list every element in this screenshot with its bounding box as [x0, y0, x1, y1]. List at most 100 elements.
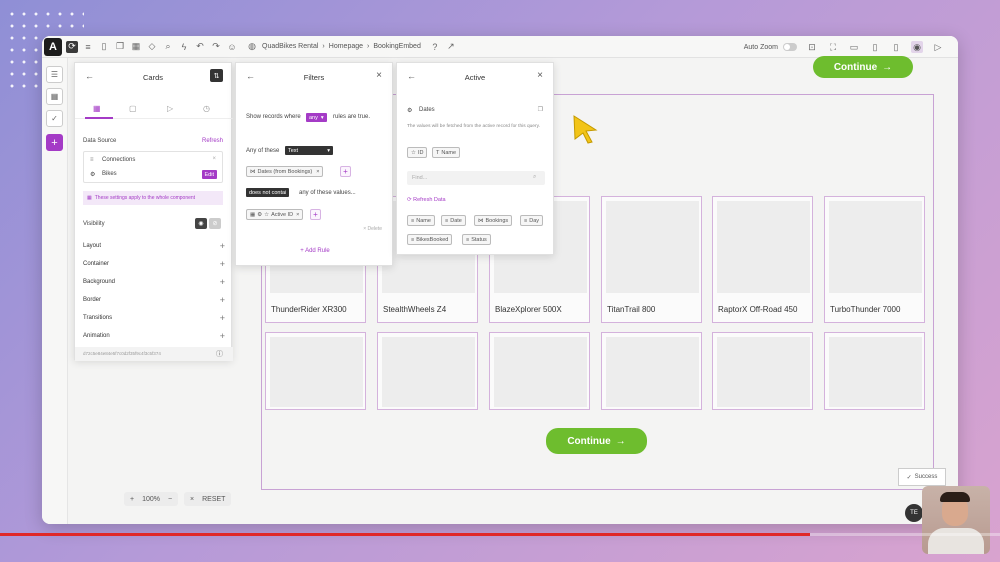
active-id-chip[interactable]: ▦ ⚙ ☆ Active ID × — [246, 209, 304, 220]
continue-button-top[interactable]: Continue → — [813, 56, 913, 78]
close-icon[interactable]: × — [537, 70, 543, 81]
continue-button[interactable]: Continue → — [546, 428, 647, 454]
field-chip-name[interactable]: T Name — [432, 147, 461, 158]
refresh-data-label: Refresh Data — [413, 197, 446, 203]
copy-icon[interactable]: ❐ — [538, 106, 543, 113]
panel-title: Active — [464, 73, 486, 82]
mobile-icon[interactable]: ▯ — [890, 41, 902, 53]
tab-clock-icon[interactable]: ◷ — [203, 104, 210, 113]
chip-label: Name — [416, 217, 431, 224]
bike-card[interactable]: TurboThunder 7000 — [824, 196, 925, 323]
bike-card[interactable] — [601, 332, 702, 410]
add-field-button[interactable]: + — [340, 166, 351, 177]
zoom-in-icon[interactable]: + — [130, 496, 134, 503]
field-chip-name[interactable]: ≡ Name — [407, 215, 435, 226]
section-container[interactable]: Container + — [83, 258, 225, 270]
plus-icon: + — [219, 331, 225, 341]
quad-bike-icon: ⚙ — [407, 108, 413, 114]
video-progress-bar[interactable] — [0, 533, 1000, 536]
match-mode-select[interactable]: any ▾ — [306, 113, 327, 122]
chip-label: Status — [471, 236, 487, 243]
tab-grid-icon[interactable]: ▦ — [93, 104, 101, 113]
bike-card[interactable] — [712, 332, 813, 410]
field-chip-day[interactable]: ≡ Day — [520, 215, 543, 226]
swap-icon[interactable]: ⇅ — [210, 69, 223, 82]
field-chip-bookings[interactable]: ⋈ Bookings — [474, 215, 513, 226]
fit-icon[interactable]: ⊡ — [806, 41, 818, 53]
bike-card[interactable] — [377, 332, 478, 410]
close-icon[interactable]: × — [316, 169, 319, 175]
bike-card[interactable] — [824, 332, 925, 410]
field-type-select[interactable]: Text ▾ — [285, 146, 333, 155]
section-animation[interactable]: Animation + — [83, 330, 225, 342]
redo-icon[interactable]: ↷ — [210, 41, 222, 53]
active-tab-indicator — [85, 117, 113, 119]
close-icon: × — [190, 495, 195, 503]
layout-icon[interactable]: ▦ — [130, 41, 142, 53]
zoom-out-icon[interactable]: − — [168, 496, 172, 503]
tab-square-icon[interactable]: ▢ — [129, 104, 137, 113]
preview-eye-icon[interactable]: ◉ — [911, 41, 923, 53]
add-icon[interactable]: + — [46, 134, 63, 151]
edit-button[interactable]: Edit — [201, 170, 217, 179]
user-icon[interactable]: ☺ — [226, 41, 238, 53]
continue-label: Continue — [567, 435, 611, 447]
operator-select[interactable]: does not contai — [246, 188, 290, 197]
section-layout[interactable]: Layout + — [83, 240, 225, 252]
fullscreen-icon[interactable]: ⛶ — [827, 41, 839, 53]
breadcrumb-project[interactable]: QuadBikes Rental — [262, 43, 318, 50]
field-chip-id[interactable]: ☆ ID — [407, 147, 428, 158]
delete-rule-link[interactable]: × Delete — [363, 226, 382, 232]
tablet-icon[interactable]: ▯ — [869, 41, 881, 53]
copy-icon[interactable]: ❐ — [114, 41, 126, 53]
dates-from-bookings-chip[interactable]: ⋈ Dates (from Bookings) × — [246, 166, 324, 177]
play-icon[interactable]: ▷ — [932, 41, 944, 53]
undo-icon[interactable]: ↶ — [194, 41, 206, 53]
find-input[interactable]: Find... — [407, 171, 545, 185]
close-icon[interactable]: × — [212, 156, 216, 162]
database-icon[interactable]: ≡ — [82, 41, 94, 53]
bike-card[interactable]: RaptorX Off-Road 450 — [712, 196, 813, 323]
bike-name: RaptorX Off-Road 450 — [718, 305, 798, 314]
field-chip-bikesbooked[interactable]: ≡ BikesBooked — [407, 234, 453, 245]
component-icon[interactable]: ◇ — [146, 41, 158, 53]
plus-icon: + — [219, 295, 225, 305]
field-chip-date[interactable]: ≡ Date — [441, 215, 466, 226]
bike-card[interactable]: TitanTrail 800 — [601, 196, 702, 323]
breadcrumb-component[interactable]: BookingEmbed — [373, 43, 420, 50]
bike-card[interactable] — [265, 332, 366, 410]
calendar-icon[interactable]: ▦ — [46, 88, 63, 105]
bike-card[interactable] — [489, 332, 590, 410]
eye-off-icon[interactable]: ⊘ — [209, 218, 221, 229]
file-icon[interactable]: ▯ — [98, 41, 110, 53]
lightning-icon[interactable]: ϟ — [178, 41, 190, 53]
auto-zoom-toggle[interactable] — [783, 43, 797, 51]
reset-zoom-button[interactable]: × RESET — [184, 492, 232, 506]
close-icon[interactable]: × — [296, 212, 299, 218]
eye-icon[interactable]: ◉ — [195, 218, 207, 229]
breadcrumb-page[interactable]: Homepage — [329, 43, 363, 50]
add-rule-link[interactable]: + Add Rule — [236, 248, 394, 254]
section-label: Layout — [83, 243, 102, 249]
table-icon: ▦ — [250, 211, 256, 218]
search-icon[interactable]: ⌕ — [162, 41, 174, 53]
refresh-link[interactable]: Refresh — [202, 138, 223, 144]
add-value-button[interactable]: + — [310, 209, 321, 220]
desktop-icon[interactable]: ▭ — [848, 41, 860, 53]
section-transitions[interactable]: Transitions + — [83, 312, 225, 324]
sync-icon[interactable]: ⟳ — [66, 40, 78, 53]
checkmark-icon[interactable]: ✓ — [46, 110, 63, 127]
help-icon[interactable]: ? — [429, 41, 441, 53]
refresh-data-link[interactable]: ⟳ Refresh Data — [407, 197, 446, 203]
layers-icon[interactable]: ☰ — [46, 66, 63, 83]
field-type-value: Text — [288, 147, 299, 154]
continue-label: Continue — [833, 61, 878, 73]
tab-play-icon[interactable]: ▷ — [167, 104, 173, 113]
field-chip-status[interactable]: ≡ Status — [462, 234, 491, 245]
section-border[interactable]: Border + — [83, 294, 225, 306]
info-icon[interactable]: ⓘ — [216, 349, 223, 359]
external-link-icon[interactable]: ↗ — [445, 41, 457, 53]
avatar[interactable]: TE — [905, 504, 923, 522]
close-icon[interactable]: × — [376, 70, 382, 81]
section-background[interactable]: Background + — [83, 276, 225, 288]
